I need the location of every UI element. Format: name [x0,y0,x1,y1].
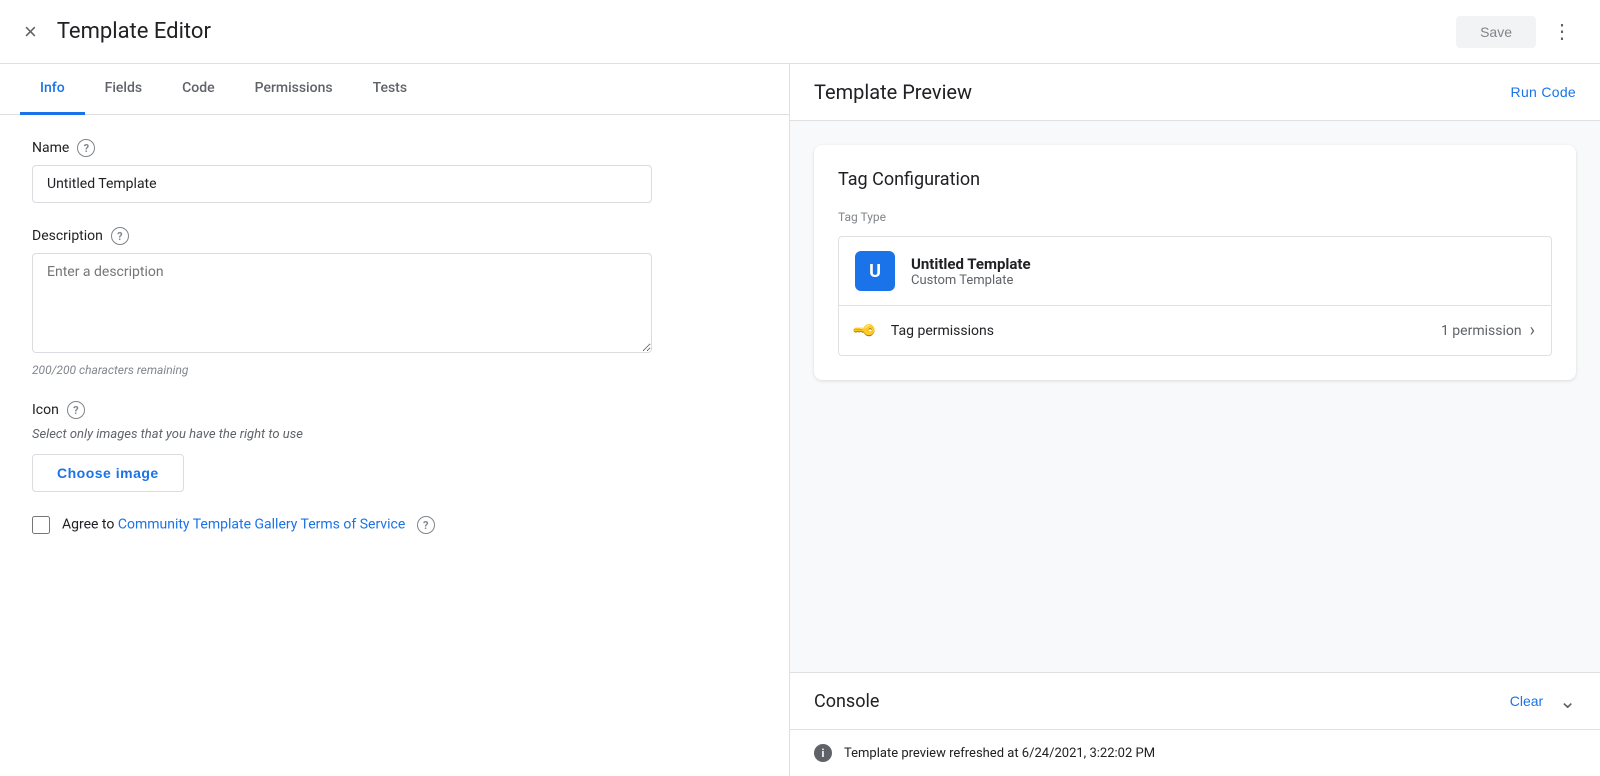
description-input[interactable] [32,253,652,353]
description-label-text: Description [32,228,103,244]
tos-link[interactable]: Community Template Gallery Terms of Serv… [118,517,405,533]
main-layout: Info Fields Code Permissions Tests Name … [0,64,1600,776]
close-button[interactable]: × [20,15,41,49]
info-icon: i [814,744,832,762]
chevron-down-icon[interactable]: ⌄ [1559,689,1576,713]
tos-row: Agree to Community Template Gallery Term… [32,516,757,534]
icon-subtitle: Select only images that you have the rig… [32,427,757,442]
name-help-icon[interactable]: ? [77,139,95,157]
tos-agree-text: Agree to [62,517,118,533]
description-label: Description ? [32,227,757,245]
tag-name-group: Untitled Template Custom Template [911,255,1031,288]
key-icon: 🔑 [851,317,879,345]
console-section: Console Clear ⌄ i Template preview refre… [790,672,1600,776]
tag-name: Untitled Template [911,255,1031,273]
header-right: Save ⋮ [1456,15,1580,48]
description-help-icon[interactable]: ? [111,227,129,245]
tos-help-icon[interactable]: ? [417,516,435,534]
tag-type-label: Tag Type [838,210,1552,224]
icon-label: Icon ? [32,401,757,419]
console-title: Console [814,691,879,712]
name-label-text: Name [32,140,69,156]
tag-permissions-right: 1 permission › [1441,320,1535,341]
header: × Template Editor Save ⋮ [0,0,1600,64]
form-area: Name ? Description ? 200/200 characters … [0,115,789,558]
more-options-button[interactable]: ⋮ [1544,15,1580,48]
tab-info[interactable]: Info [20,64,85,115]
tab-tests[interactable]: Tests [353,64,427,115]
console-header: Console Clear ⌄ [790,673,1600,730]
tag-permissions-row[interactable]: 🔑 Tag permissions 1 permission › [838,306,1552,356]
header-left: × Template Editor [20,15,211,49]
choose-image-button[interactable]: Choose image [32,454,184,492]
name-field-group: Name ? [32,139,757,203]
page-title: Template Editor [57,19,211,44]
chevron-right-icon: › [1530,320,1535,341]
tab-code[interactable]: Code [162,64,234,115]
description-field-group: Description ? 200/200 characters remaini… [32,227,757,377]
run-code-button[interactable]: Run Code [1511,84,1576,100]
console-log-entry: i Template preview refreshed at 6/24/202… [790,730,1600,776]
tag-config-card: Tag Configuration Tag Type U Untitled Te… [814,145,1576,380]
tos-checkbox[interactable] [32,516,50,534]
save-button[interactable]: Save [1456,16,1536,48]
tag-config-title: Tag Configuration [838,169,1552,190]
permissions-count: 1 permission [1441,323,1522,339]
tag-permissions-left: 🔑 Tag permissions [855,321,994,340]
clear-button[interactable]: Clear [1510,693,1543,709]
tag-subtitle: Custom Template [911,273,1031,288]
tab-permissions[interactable]: Permissions [235,64,353,115]
icon-help-icon[interactable]: ? [67,401,85,419]
tos-text: Agree to Community Template Gallery Term… [62,516,435,534]
tag-icon: U [855,251,895,291]
tag-permissions-label: Tag permissions [891,323,994,339]
icon-field-group: Icon ? Select only images that you have … [32,401,757,492]
name-label: Name ? [32,139,757,157]
right-panel: Template Preview Run Code Tag Configurat… [790,64,1600,776]
tag-type-row: U Untitled Template Custom Template [838,236,1552,306]
icon-label-text: Icon [32,402,59,418]
tabs-bar: Info Fields Code Permissions Tests [0,64,789,115]
name-input[interactable] [32,165,652,203]
right-panel-header: Template Preview Run Code [790,64,1600,121]
console-log-text: Template preview refreshed at 6/24/2021,… [844,746,1155,761]
template-preview-title: Template Preview [814,80,972,104]
left-panel: Info Fields Code Permissions Tests Name … [0,64,790,776]
char-count: 200/200 characters remaining [32,363,757,377]
tab-fields[interactable]: Fields [85,64,162,115]
console-actions: Clear ⌄ [1510,689,1576,713]
tag-config-area: Tag Configuration Tag Type U Untitled Te… [790,121,1600,672]
